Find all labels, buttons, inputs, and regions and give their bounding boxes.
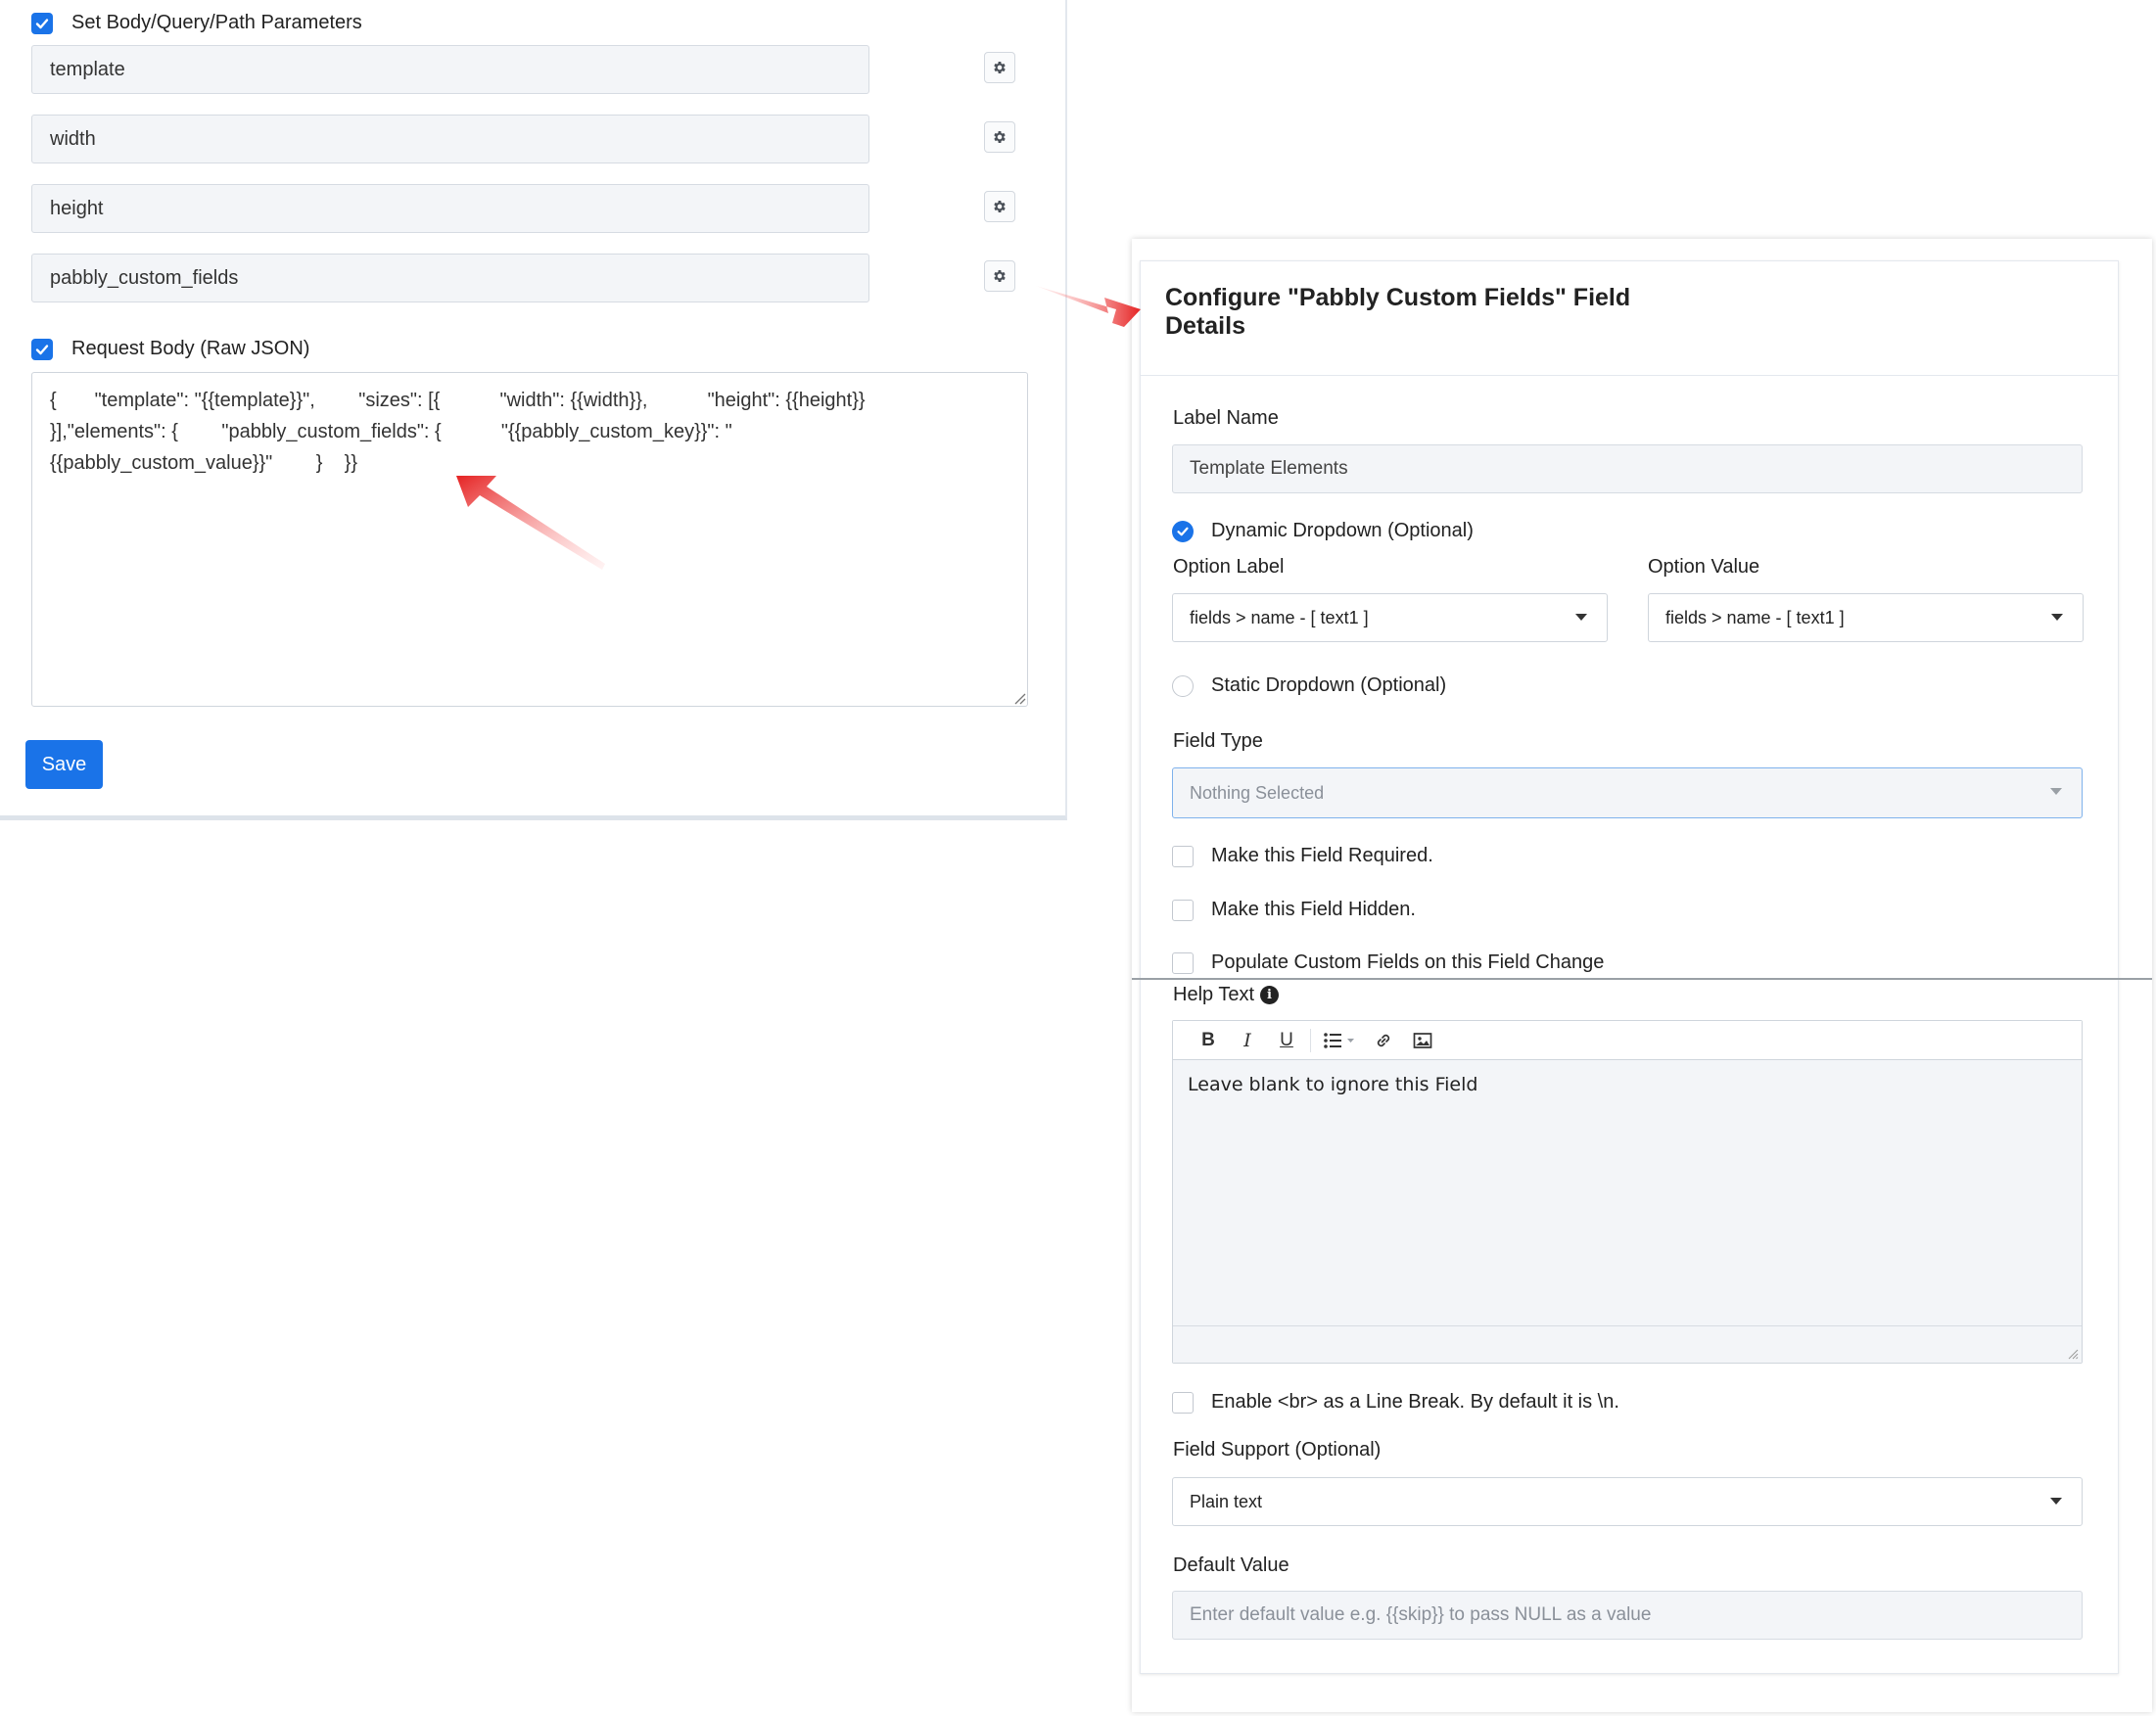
list-button[interactable]	[1315, 1026, 1364, 1055]
param-settings-button[interactable]	[984, 121, 1015, 153]
static-dropdown-label: Static Dropdown (Optional)	[1211, 674, 1447, 696]
image-button[interactable]	[1403, 1026, 1442, 1055]
info-icon[interactable]: i	[1260, 986, 1280, 1004]
option-value-select[interactable]: fields > name - [ text1 ]	[1648, 593, 2084, 642]
request-settings-panel: Set Body/Query/Path Parameters template …	[0, 0, 1067, 820]
line-break-option[interactable]: Enable <br> as a Line Break. By default …	[1172, 1391, 1619, 1414]
required-checkbox[interactable]	[1172, 845, 1194, 867]
chevron-down-icon	[2050, 788, 2062, 795]
hidden-checkbox[interactable]	[1172, 899, 1194, 921]
resize-handle-icon[interactable]	[1012, 691, 1026, 705]
params-checkbox-label: Set Body/Query/Path Parameters	[71, 12, 362, 33]
chevron-down-icon	[1575, 614, 1587, 621]
card-header-divider	[1140, 375, 2119, 376]
dynamic-dropdown-option[interactable]: Dynamic Dropdown (Optional)	[1172, 520, 1474, 542]
field-type-placeholder: Nothing Selected	[1190, 782, 1325, 803]
label-name-label: Label Name	[1173, 407, 1279, 429]
bold-button[interactable]: B	[1189, 1026, 1228, 1055]
field-type-select[interactable]: Nothing Selected	[1172, 767, 2083, 818]
option-label-selected: fields > name - [ text1 ]	[1190, 607, 1369, 627]
gear-icon	[994, 201, 1006, 212]
json-body-textarea[interactable]: { "template": "{{template}}", "sizes": […	[31, 372, 1028, 707]
help-text-editor[interactable]: B I U Leave blank to ignore this Field	[1172, 1020, 2083, 1364]
request-body-checkbox-row[interactable]: Request Body (Raw JSON)	[31, 338, 309, 360]
check-icon	[1177, 527, 1189, 535]
param-input-width[interactable]: width	[31, 115, 869, 163]
required-option[interactable]: Make this Field Required.	[1172, 845, 1433, 867]
label-name-input[interactable]: Template Elements	[1172, 444, 2083, 493]
param-input-pabbly-custom-fields[interactable]: pabbly_custom_fields	[31, 254, 869, 302]
field-support-select[interactable]: Plain text	[1172, 1477, 2083, 1526]
populate-checkbox[interactable]	[1172, 951, 1194, 974]
default-value-label: Default Value	[1173, 1554, 1289, 1576]
check-icon	[35, 18, 49, 28]
chevron-down-icon	[2051, 614, 2063, 621]
field-type-label: Field Type	[1173, 730, 1263, 752]
chevron-down-icon	[2050, 1498, 2062, 1505]
param-input-height[interactable]: height	[31, 184, 869, 233]
editor-toolbar: B I U	[1173, 1021, 2082, 1060]
config-title: Configure "Pabbly Custom Fields" Field D…	[1165, 284, 1631, 340]
param-settings-button[interactable]	[984, 52, 1015, 83]
hidden-option[interactable]: Make this Field Hidden.	[1172, 899, 1416, 921]
save-button[interactable]: Save	[25, 740, 103, 789]
default-value-placeholder: Enter default value e.g. {{skip}} to pas…	[1190, 1604, 1652, 1625]
field-support-label: Field Support (Optional)	[1173, 1439, 1382, 1461]
populate-option[interactable]: Populate Custom Fields on this Field Cha…	[1172, 951, 1604, 974]
option-label-select[interactable]: fields > name - [ text1 ]	[1172, 593, 1608, 642]
help-text-label-row: Help Text i	[1173, 984, 1280, 1006]
image-icon	[1413, 1032, 1432, 1048]
italic-button[interactable]: I	[1228, 1026, 1267, 1055]
bulleted-list-icon	[1324, 1032, 1354, 1048]
resize-handle-icon[interactable]	[2067, 1348, 2079, 1360]
param-input-template[interactable]: template	[31, 45, 869, 94]
request-body-label: Request Body (Raw JSON)	[71, 338, 310, 359]
section-divider	[1132, 978, 2152, 980]
help-text-label: Help Text	[1173, 984, 1255, 1005]
hidden-label: Make this Field Hidden.	[1211, 899, 1416, 920]
gear-icon	[994, 270, 1006, 282]
check-icon	[35, 344, 49, 354]
param-settings-button[interactable]	[984, 260, 1015, 292]
request-body-checkbox[interactable]	[31, 338, 53, 360]
default-value-input[interactable]: Enter default value e.g. {{skip}} to pas…	[1172, 1591, 2083, 1640]
underline-button[interactable]: U	[1267, 1026, 1306, 1055]
dynamic-dropdown-label: Dynamic Dropdown (Optional)	[1211, 520, 1474, 541]
static-dropdown-radio[interactable]	[1172, 674, 1194, 697]
help-text-content[interactable]: Leave blank to ignore this Field	[1188, 1074, 1477, 1095]
editor-statusbar	[1173, 1325, 2082, 1363]
field-support-selected: Plain text	[1190, 1491, 1263, 1511]
link-button[interactable]	[1364, 1026, 1403, 1055]
required-label: Make this Field Required.	[1211, 845, 1433, 866]
option-label-label: Option Label	[1173, 556, 1285, 578]
gear-icon	[994, 62, 1006, 73]
line-break-label: Enable <br> as a Line Break. By default …	[1211, 1391, 1619, 1413]
params-checkbox[interactable]	[31, 12, 53, 34]
param-settings-button[interactable]	[984, 191, 1015, 222]
dynamic-dropdown-radio[interactable]	[1172, 520, 1194, 542]
static-dropdown-option[interactable]: Static Dropdown (Optional)	[1172, 674, 1446, 697]
option-value-label: Option Value	[1648, 556, 1760, 578]
params-checkbox-row[interactable]: Set Body/Query/Path Parameters	[31, 12, 362, 34]
option-value-selected: fields > name - [ text1 ]	[1665, 607, 1845, 627]
gear-icon	[994, 131, 1006, 143]
toolbar-separator	[1310, 1028, 1311, 1052]
populate-label: Populate Custom Fields on this Field Cha…	[1211, 951, 1605, 973]
link-icon	[1377, 1034, 1390, 1046]
line-break-checkbox[interactable]	[1172, 1391, 1194, 1414]
